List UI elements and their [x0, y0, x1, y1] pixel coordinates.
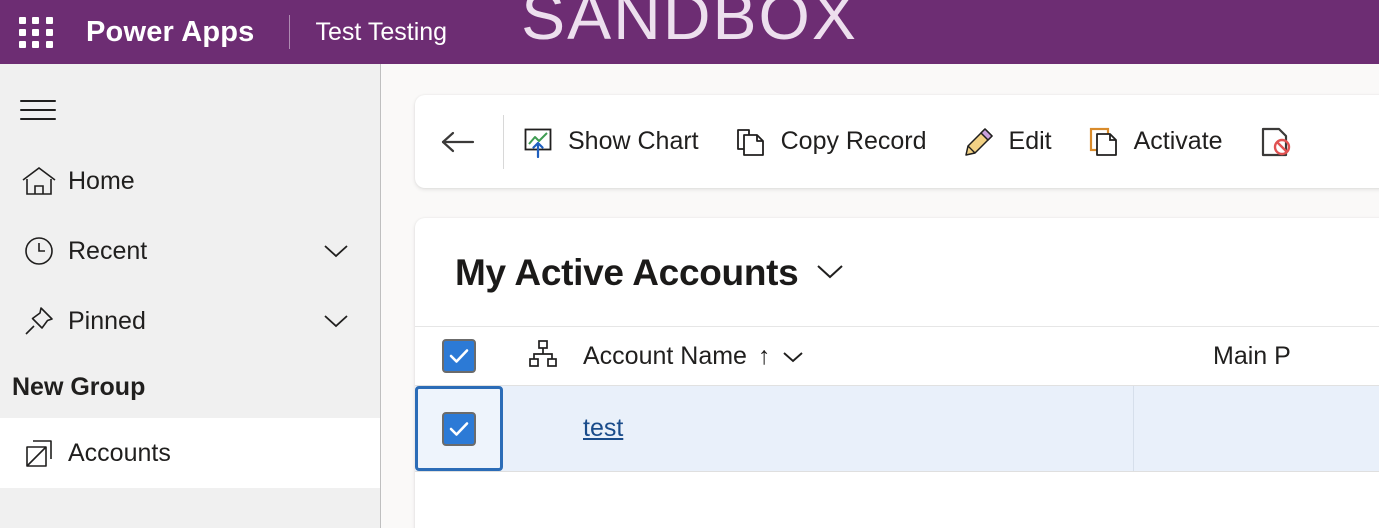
check-icon [449, 421, 469, 436]
sidebar-item-recent[interactable]: Recent [0, 216, 380, 286]
row-select-cell[interactable] [415, 386, 503, 471]
accounts-grid: Account Name ↑ Main P test [415, 326, 1379, 472]
account-name-link[interactable]: test [583, 414, 623, 443]
sidebar-nav-list: Home Recent Pinned New Group Accounts [0, 146, 380, 488]
select-all-checkbox[interactable] [442, 339, 476, 373]
activate-document-icon [1088, 126, 1120, 158]
view-selector[interactable]: My Active Accounts [415, 218, 846, 294]
sort-ascending-icon: ↑ [757, 341, 771, 370]
show-chart-label: Show Chart [568, 127, 699, 155]
cell-main-phone [1133, 386, 1379, 471]
sidebar-item-home-label: Home [68, 166, 135, 195]
pin-icon [10, 300, 68, 342]
app-launcher-icon[interactable] [10, 15, 62, 50]
copy-record-icon [735, 126, 767, 158]
list-panel: My Active Accounts Account Name ↑ Main P… [415, 218, 1379, 528]
chevron-down-icon[interactable] [322, 237, 350, 265]
app-name-label[interactable]: Test Testing [316, 18, 448, 47]
command-bar: Show Chart Copy Record Edit Activate [415, 95, 1379, 188]
activate-button[interactable]: Activate [1070, 95, 1241, 188]
show-chart-icon [522, 126, 554, 158]
home-icon [10, 160, 68, 202]
copy-record-label: Copy Record [780, 127, 927, 155]
sidebar-group-header: New Group [12, 372, 146, 401]
chevron-down-icon[interactable] [322, 307, 350, 335]
column-header-main-phone[interactable]: Main P [1213, 342, 1379, 371]
activate-label: Activate [1133, 127, 1223, 155]
edit-button[interactable]: Edit [945, 95, 1070, 188]
chevron-down-icon[interactable] [781, 342, 805, 371]
table-row[interactable]: test [415, 386, 1379, 472]
grid-header-row: Account Name ↑ Main P [415, 327, 1379, 386]
chevron-down-icon[interactable] [814, 261, 846, 286]
sidebar-item-recent-label: Recent [68, 236, 148, 265]
sidebar-item-accounts[interactable]: Accounts [0, 418, 380, 488]
deactivate-document-icon [1259, 126, 1291, 158]
deactivate-button[interactable] [1241, 95, 1323, 188]
sidebar-item-pinned[interactable]: Pinned [0, 286, 380, 356]
check-icon [449, 349, 469, 363]
edit-label: Edit [1008, 127, 1052, 155]
column-header-account-name[interactable]: Account Name ↑ [583, 342, 1213, 371]
column-header-account-name-label: Account Name [583, 341, 747, 370]
header-divider [288, 15, 290, 49]
back-arrow-icon [441, 131, 475, 152]
copy-record-button[interactable]: Copy Record [717, 95, 945, 188]
view-name-label: My Active Accounts [455, 252, 799, 293]
sidebar-item-accounts-label: Accounts [68, 438, 171, 467]
column-header-main-phone-label: Main P [1213, 341, 1291, 370]
row-checkbox[interactable] [442, 411, 476, 446]
main-content: Show Chart Copy Record Edit Activate My … [382, 64, 1379, 528]
brand-label[interactable]: Power Apps [86, 16, 255, 49]
cell-account-name[interactable]: test [503, 386, 1133, 471]
back-button[interactable] [415, 95, 503, 188]
app-root: SANDBOX Power Apps Test Testing Home Rec… [0, 0, 1379, 528]
top-header-bar: SANDBOX Power Apps Test Testing [0, 0, 1379, 64]
hierarchy-column-header[interactable] [503, 339, 583, 374]
select-all-cell[interactable] [415, 339, 503, 373]
edit-pencil-icon [963, 126, 995, 158]
clock-icon [10, 230, 68, 272]
sidebar: Home Recent Pinned New Group Accounts [0, 64, 381, 528]
sidebar-item-home[interactable]: Home [0, 146, 380, 216]
site-map-toggle-icon[interactable] [8, 80, 68, 140]
show-chart-button[interactable]: Show Chart [504, 95, 717, 188]
account-entity-icon [10, 432, 68, 474]
sidebar-item-pinned-label: Pinned [68, 306, 146, 335]
hierarchy-icon [527, 339, 559, 374]
